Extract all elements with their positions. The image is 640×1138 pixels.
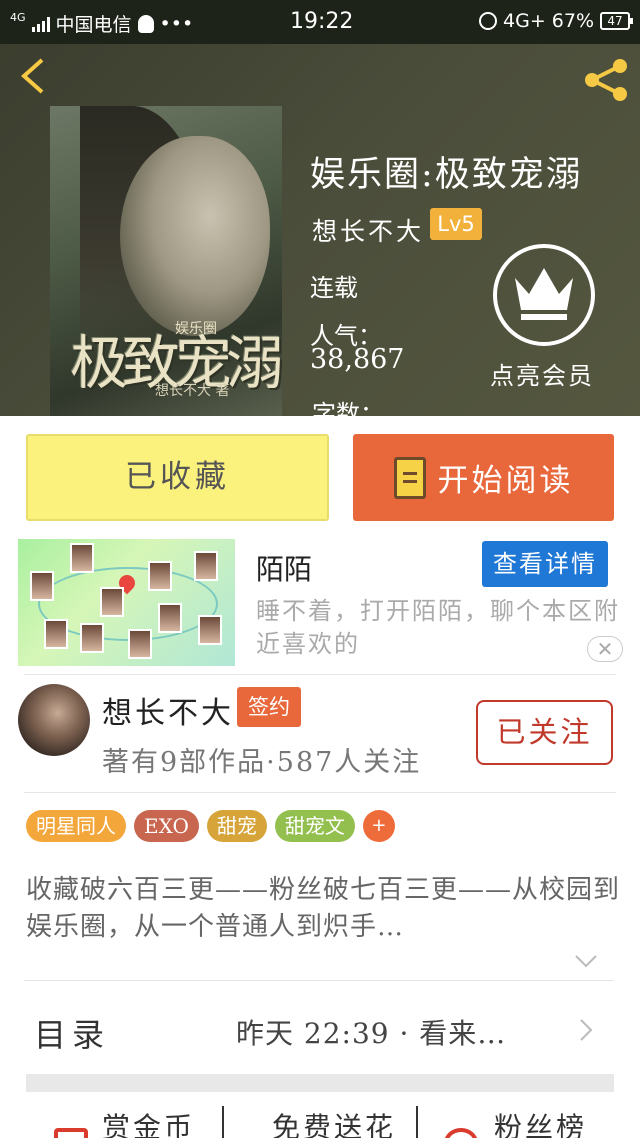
add-tag-button[interactable]: + <box>362 810 395 842</box>
chevron-down-icon[interactable] <box>574 954 598 968</box>
ad-avatar <box>198 615 222 645</box>
book-summary[interactable]: 收藏破六百三更——粉丝破七百三更——从校园到娱乐圈，从一个普通人到炽手… <box>26 872 626 946</box>
fans-icon <box>444 1128 478 1138</box>
ad-avatar <box>100 587 124 617</box>
tag[interactable]: 明星同人 <box>26 810 126 842</box>
book-cover[interactable]: 极致宠溺 娱乐圈 想长不大 著 <box>50 106 282 416</box>
toc-latest-update: 昨天 22:39 · 看来… <box>236 1017 507 1050</box>
ad-avatar <box>44 619 68 649</box>
book-header: 极致宠溺 娱乐圈 想长不大 著 娱乐圈:极致宠溺 想长不大 Lv5 连载 人气：… <box>0 44 640 416</box>
tag[interactable]: EXO <box>134 810 199 842</box>
carrier-label: 中国电信 <box>55 14 132 36</box>
signed-badge: 签约 <box>237 687 301 727</box>
status-bar-left: 4G 中国电信 ••• <box>10 10 193 37</box>
level-badge: Lv5 <box>430 208 482 240</box>
cover-art-face <box>120 136 270 336</box>
back-button[interactable] <box>14 56 54 96</box>
divider <box>24 792 616 793</box>
ad-image[interactable] <box>18 539 235 666</box>
bottom-action-bar: 赏金币 免费送花 粉丝榜 <box>0 1106 640 1138</box>
start-reading-label: 开始阅读 <box>437 463 574 499</box>
ad-avatar <box>80 623 104 653</box>
share-icon <box>585 59 627 101</box>
cover-subtitle: 娱乐圈 <box>175 321 217 337</box>
author-name[interactable]: 想长不大 <box>102 688 234 732</box>
coin-icon <box>54 1128 88 1138</box>
signal-icon <box>31 16 50 32</box>
divider <box>222 1106 224 1138</box>
vip-label[interactable]: 点亮会员 <box>490 356 594 391</box>
book-icon <box>393 456 426 499</box>
tag-list: 明星同人 EXO 甜宠 甜宠文 + <box>26 810 395 842</box>
crown-icon <box>515 268 573 320</box>
status-bar-right: 4G+ 67% 47 <box>479 10 633 32</box>
book-author[interactable]: 想长不大 <box>312 212 424 248</box>
section-separator <box>26 1074 614 1092</box>
cover-author: 想长不大 著 <box>155 383 230 399</box>
chevron-right-icon <box>580 1019 593 1041</box>
author-meta: 著有9部作品·587人关注 <box>102 747 422 778</box>
fans-ranking-button[interactable]: 粉丝榜 <box>494 1106 587 1138</box>
book-status: 连载 <box>310 274 358 302</box>
author-avatar[interactable] <box>18 684 90 756</box>
word-count-label: 字数： <box>312 400 384 416</box>
book-title: 娱乐圈:极致宠溺 <box>310 155 583 195</box>
table-of-contents-row[interactable]: 目录 昨天 22:39 · 看来… <box>0 988 640 1072</box>
follow-button[interactable]: 已关注 <box>476 700 613 765</box>
ad-detail-button[interactable]: 查看详情 <box>482 541 608 587</box>
favorited-button[interactable]: 已收藏 <box>26 434 329 521</box>
signal-type: 4G+ <box>503 10 546 32</box>
ad-avatar <box>158 603 182 633</box>
send-flowers-button[interactable]: 免费送花 <box>272 1106 396 1138</box>
reward-coins-button[interactable]: 赏金币 <box>102 1106 195 1138</box>
ad-avatar <box>70 543 94 573</box>
ad-avatar <box>148 561 172 591</box>
ad-avatar <box>128 629 152 659</box>
tag[interactable]: 甜宠文 <box>274 810 355 842</box>
battery-icon: 47 <box>600 12 633 30</box>
battery-percent: 67% <box>551 10 594 32</box>
divider <box>24 674 616 675</box>
vip-button[interactable] <box>493 244 595 346</box>
divider <box>24 980 614 981</box>
more-notifications: ••• <box>159 12 194 35</box>
toc-label: 目录 <box>34 1016 111 1054</box>
start-reading-button[interactable]: 开始阅读 <box>353 434 614 521</box>
ad-close-button[interactable]: ✕ <box>587 636 623 662</box>
clock: 19:22 <box>290 9 354 34</box>
chevron-left-icon <box>20 58 44 94</box>
divider <box>416 1106 418 1138</box>
popularity-value: 38,867 <box>310 344 405 375</box>
qq-icon <box>137 14 154 33</box>
ad-description: 睡不着，打开陌陌，聊个本区附近喜欢的 <box>256 597 620 658</box>
ad-avatar <box>30 571 54 601</box>
status-bar: 4G 中国电信 ••• 19:22 4G+ 67% 47 <box>0 0 640 44</box>
tag[interactable]: 甜宠 <box>206 810 267 842</box>
share-button[interactable] <box>582 56 630 104</box>
ad-title: 陌陌 <box>256 553 313 586</box>
ad-avatar <box>194 551 218 581</box>
network-icon: 4G <box>10 11 26 24</box>
alarm-icon <box>479 12 498 30</box>
